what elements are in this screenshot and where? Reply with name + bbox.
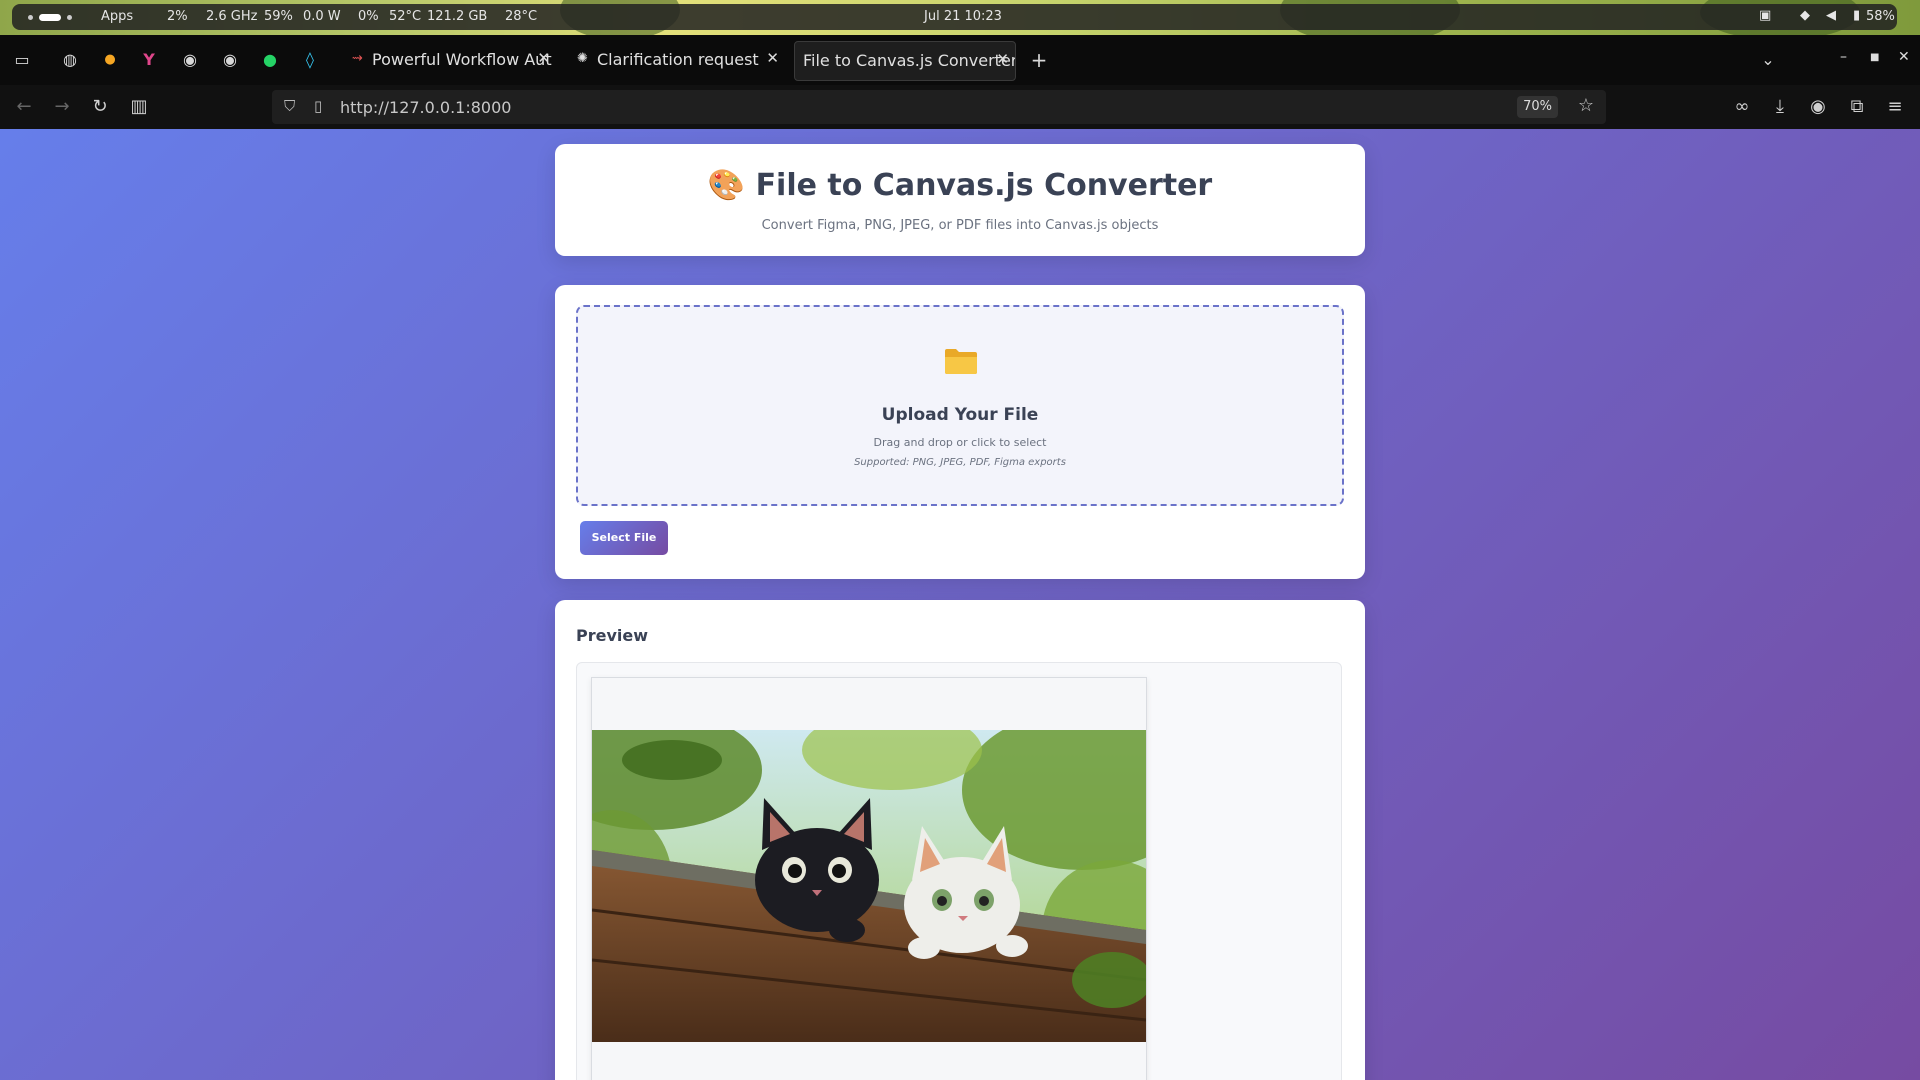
bookmark-star-icon[interactable]: ☆ [1578, 95, 1594, 116]
workspace-dot[interactable] [67, 15, 72, 20]
upload-card: Upload Your File Drag and drop or click … [555, 285, 1365, 579]
pinned-tab-icon[interactable]: Y [137, 48, 161, 72]
zoom-level-badge[interactable]: 70% [1517, 96, 1558, 118]
workspace-dot[interactable] [28, 15, 33, 20]
battery-icon[interactable]: ▮ [1853, 8, 1860, 23]
new-tab-icon[interactable]: + [1027, 48, 1051, 72]
drop-icon[interactable]: ◊ [298, 48, 322, 72]
close-icon[interactable]: ✕ [766, 49, 779, 67]
cpu-usage: 2% [167, 9, 188, 24]
upload-title: Upload Your File [881, 405, 1039, 425]
apps-button[interactable]: Apps [101, 9, 133, 24]
close-window-icon[interactable]: ✕ [1898, 49, 1910, 65]
page-subtitle: Convert Figma, PNG, JPEG, or PDF files i… [761, 218, 1159, 233]
minimize-icon[interactable]: – [1840, 49, 1847, 65]
extensions-icon[interactable]: ⧉ [1845, 95, 1869, 119]
file-dropzone[interactable]: Upload Your File Drag and drop or click … [576, 305, 1344, 506]
battery-level: 58% [1866, 9, 1895, 24]
tab-favicon: ✺ [577, 51, 588, 66]
preview-image-two-cats [592, 730, 1146, 1042]
tab-powerful-workflow[interactable]: ⇝ Powerful Workflow Aut ✕ [350, 41, 556, 79]
clock[interactable]: Jul 21 10:23 [924, 9, 1002, 24]
whatsapp-icon[interactable]: ● [258, 48, 282, 72]
clipboard-icon[interactable]: ▣ [1759, 8, 1771, 23]
preview-area [576, 662, 1342, 1080]
tab-clarification-request[interactable]: ✺ Clarification request ✕ [575, 41, 785, 79]
tab-label: File to Canvas.js Converter [803, 51, 1016, 70]
upload-description: Drag and drop or click to select [873, 436, 1047, 449]
tab-list-chevron-icon[interactable]: ⌄ [1756, 48, 1780, 72]
reload-icon[interactable]: ↻ [88, 95, 112, 119]
page-title: 🎨 File to Canvas.js Converter [707, 168, 1213, 203]
cpu-frequency: 2.6 GHz [206, 9, 258, 24]
preview-card: Preview [555, 600, 1365, 1080]
maximize-icon[interactable]: ■ [1870, 52, 1879, 63]
tab-label: Powerful Workflow Aut [372, 50, 552, 69]
workspace-active-indicator[interactable] [39, 14, 61, 21]
forward-icon[interactable]: → [50, 95, 74, 119]
browser-nav-bar: ← → ↻ ▥ ⛉ ▯ http://127.0.0.1:8000 70% ☆ … [0, 85, 1920, 129]
menu-icon[interactable]: ≡ [1883, 95, 1907, 119]
wifi-icon[interactable]: ◆ [1800, 8, 1810, 23]
header-card: 🎨 File to Canvas.js Converter Convert Fi… [555, 144, 1365, 256]
page-viewport: 🎨 File to Canvas.js Converter Convert Fi… [0, 129, 1920, 1080]
tab-file-to-canvas[interactable]: File to Canvas.js Converter ✕ [794, 41, 1016, 81]
github-icon[interactable]: ◉ [218, 48, 242, 72]
private-mask-icon[interactable]: ∞ [1730, 95, 1754, 119]
folder-icon [945, 349, 977, 374]
address-bar[interactable]: ⛉ ▯ http://127.0.0.1:8000 70% ☆ [272, 90, 1606, 124]
browser-tab-bar: ▭ ◍ ● Y ◉ ◉ ● ◊ ⇝ Powerful Workflow Aut … [0, 35, 1920, 85]
github-icon[interactable]: ◉ [178, 48, 202, 72]
preview-canvas[interactable] [591, 677, 1147, 1080]
preview-title: Preview [576, 626, 649, 645]
sidebar-toggle-icon[interactable]: ▥ [127, 95, 151, 119]
page-icon: ▯ [314, 97, 323, 115]
power-usage: 0.0 W [303, 9, 341, 24]
globe-icon[interactable]: ◍ [58, 48, 82, 72]
tab-favicon: ⇝ [352, 51, 363, 66]
close-icon[interactable]: ✕ [537, 49, 550, 67]
select-file-button[interactable]: Select File [580, 521, 668, 555]
disk-usage: 121.2 GB [427, 9, 488, 24]
account-icon[interactable]: ◉ [1806, 95, 1830, 119]
tab-label: Clarification request [597, 50, 759, 69]
close-icon[interactable]: ✕ [996, 50, 1009, 68]
shield-icon[interactable]: ⛉ [284, 97, 295, 115]
tab-overview-icon[interactable]: ▭ [10, 48, 34, 72]
volume-icon[interactable]: ◀ [1826, 8, 1836, 23]
pinned-tab-icon[interactable]: ● [98, 48, 122, 72]
system-top-bar: Apps 2% 2.6 GHz 59% 0.0 W 0% 52°C 121.2 … [0, 0, 1920, 35]
memory-usage: 59% [264, 9, 293, 24]
ambient-temperature: 28°C [505, 9, 538, 24]
back-icon[interactable]: ← [12, 95, 36, 119]
gpu-usage: 0% [358, 9, 379, 24]
url-input[interactable]: http://127.0.0.1:8000 [340, 98, 511, 117]
supported-formats-note: Supported: PNG, JPEG, PDF, Figma exports [854, 457, 1066, 468]
cpu-temperature: 52°C [389, 9, 422, 24]
downloads-icon[interactable]: ⤓ [1768, 95, 1792, 119]
